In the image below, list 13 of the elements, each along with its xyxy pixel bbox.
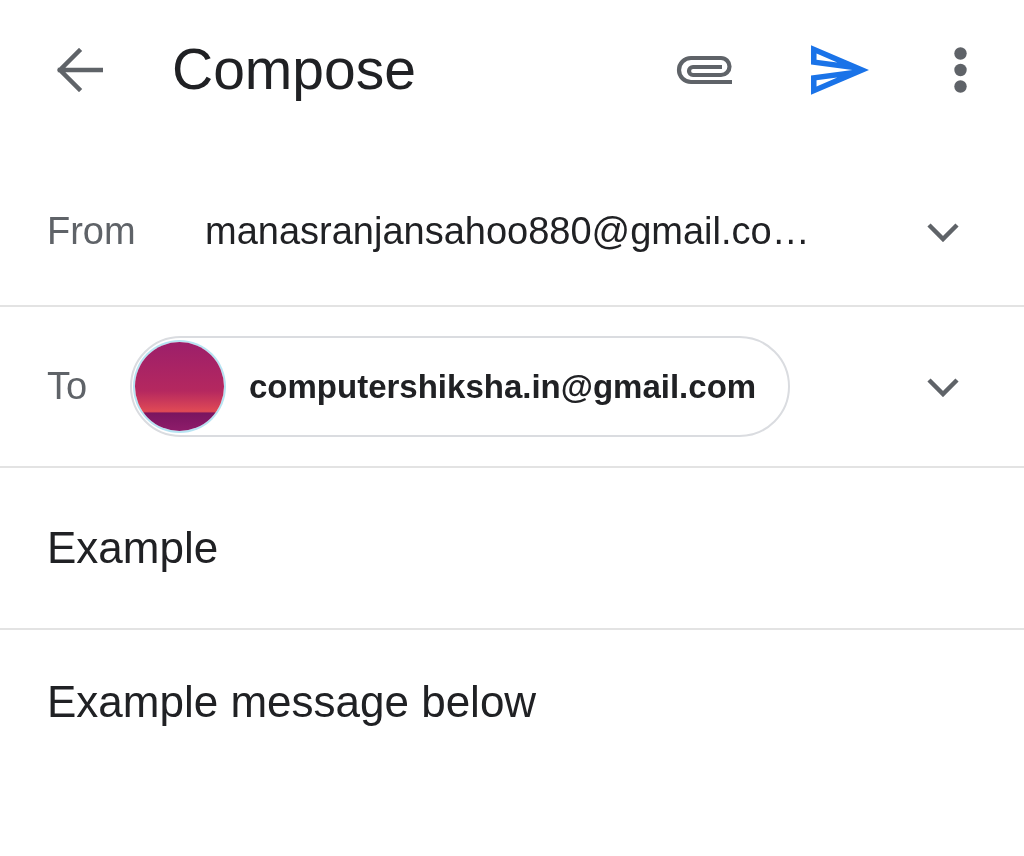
chevron-down-icon[interactable]	[926, 221, 960, 242]
message-body-field[interactable]: Example message below	[47, 677, 537, 726]
paperclip-icon[interactable]	[676, 55, 734, 85]
recipient-chip[interactable]: computershiksha.in@gmail.com	[130, 336, 791, 437]
more-options-icon[interactable]	[954, 47, 967, 93]
screen-title: Compose	[172, 37, 416, 103]
sender-account-field[interactable]: manasranjansahoo880@gmail.co…	[205, 208, 926, 255]
chevron-down-icon[interactable]	[926, 376, 960, 397]
from-label: From	[47, 208, 137, 254]
subject-field[interactable]: Example	[47, 521, 219, 575]
send-icon[interactable]	[811, 45, 869, 95]
to-label: To	[47, 363, 89, 409]
back-arrow-icon[interactable]	[55, 48, 103, 92]
